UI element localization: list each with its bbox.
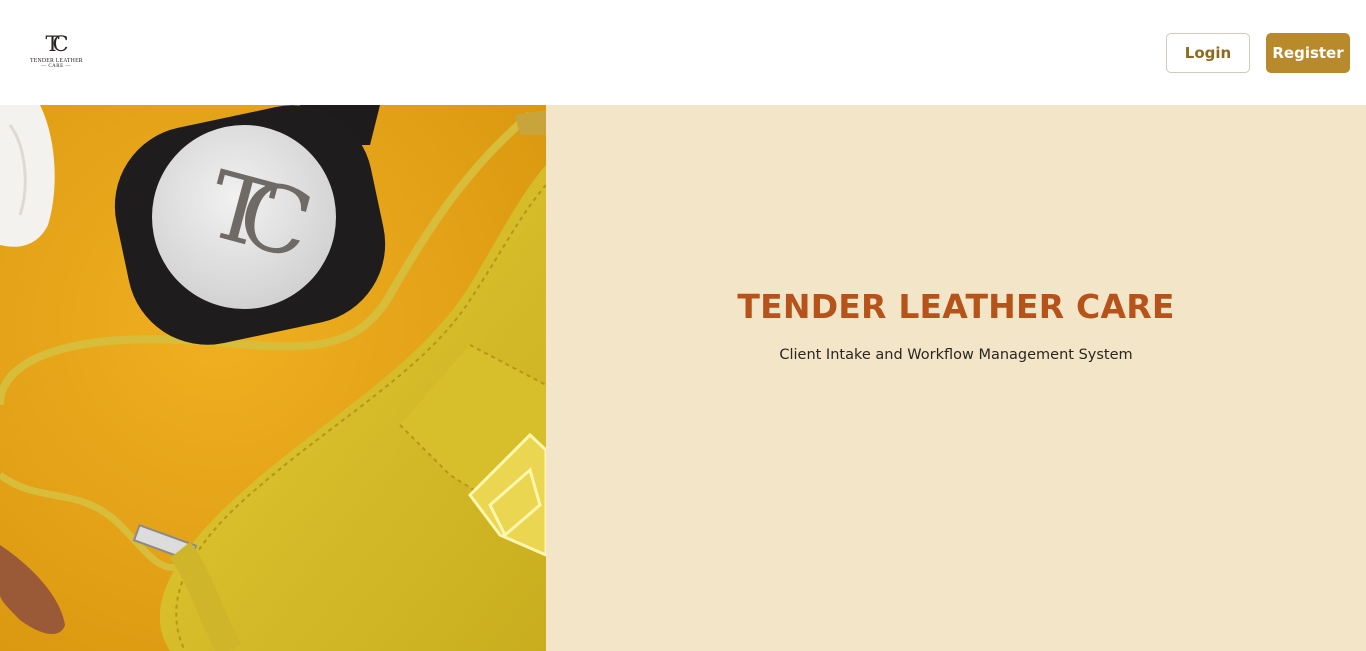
hero-panel: TENDER LEATHER CARE Client Intake and Wo… [546,105,1366,651]
logo-monogram: TC [45,32,68,56]
brand-logo[interactable]: TC TENDER LEATHER — CARE — [30,33,83,73]
login-button[interactable]: Login [1166,33,1250,73]
top-header: TC TENDER LEATHER — CARE — Login Registe… [0,0,1366,105]
logo-brand-sub: — CARE — [41,64,71,69]
leather-products-photo: TC [0,105,546,651]
hero-image: TC [0,105,546,651]
hero-subtitle: Client Intake and Workflow Management Sy… [779,347,1133,363]
hero-title: TENDER LEATHER CARE [737,287,1175,326]
register-button[interactable]: Register [1266,33,1350,73]
